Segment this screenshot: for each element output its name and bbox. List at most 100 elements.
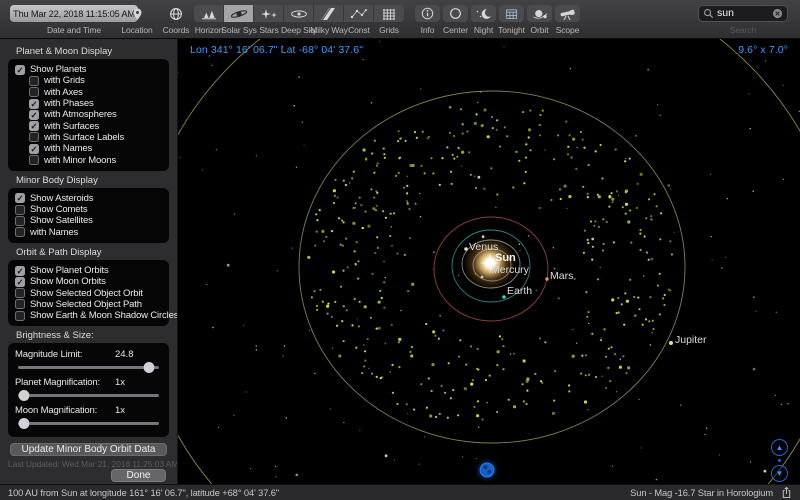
unchecked-checkbox[interactable] [15, 299, 25, 310]
earth-home-button[interactable] [479, 462, 495, 478]
planet-magnification-slider[interactable] [18, 389, 159, 401]
globe-coords-icon [170, 7, 182, 20]
checkbox-show-selected-object-orbit[interactable]: Show Selected Object Orbit [15, 287, 162, 299]
checked-checkbox[interactable]: ✓ [29, 98, 39, 109]
checked-checkbox[interactable]: ✓ [15, 276, 25, 287]
checkbox-label: with Names [30, 226, 79, 238]
mars-dot[interactable] [545, 277, 549, 281]
unchecked-checkbox[interactable] [29, 155, 39, 166]
scope-button[interactable] [555, 5, 580, 22]
magnitude-limit-label: Magnitude Limit: [15, 349, 83, 361]
checkbox-show-planet-orbits[interactable]: ✓ Show Planet Orbits [15, 265, 162, 276]
info-label: Info [420, 25, 435, 35]
night-button[interactable] [471, 5, 496, 22]
done-button[interactable]: Done [111, 469, 166, 483]
jupiter-dot[interactable] [669, 341, 673, 345]
checked-checkbox[interactable]: ✓ [29, 143, 39, 154]
checkbox-show-selected-object-path[interactable]: Show Selected Object Path [15, 299, 162, 310]
info-group: Info [414, 5, 441, 35]
constellation-icon [350, 8, 367, 18]
checked-checkbox[interactable]: ✓ [29, 109, 39, 120]
clear-search-icon[interactable] [772, 8, 783, 19]
checkbox-with-grids[interactable]: with Grids [15, 75, 162, 86]
grid-icon [383, 8, 395, 20]
horizon-button[interactable] [194, 5, 224, 22]
display-settings-sidebar: Planet & Moon Display ✓ Show Planets with … [0, 38, 178, 484]
segment-grids: Grids [374, 5, 404, 35]
checkbox-with-minor-moons[interactable]: with Minor Moons [15, 154, 162, 166]
checkbox-with-names[interactable]: with Names [15, 227, 162, 238]
unchecked-checkbox[interactable] [15, 310, 25, 321]
app-window: Thu Mar 22, 2018 11:15:05 AM Date and Ti… [0, 0, 800, 500]
unchecked-checkbox[interactable] [15, 288, 25, 299]
unchecked-checkbox[interactable] [15, 215, 25, 226]
magnitude-limit-slider[interactable] [18, 361, 159, 373]
unchecked-checkbox[interactable] [15, 227, 25, 238]
search-input[interactable]: sun [698, 5, 788, 22]
checkbox-show-moon-orbits[interactable]: ✓ Show Moon Orbits [15, 276, 162, 287]
stars-button[interactable] [254, 5, 284, 22]
deep-sky-button[interactable] [284, 5, 314, 22]
pan-up-button[interactable]: ▲ [771, 439, 788, 456]
label-venus: Venus [469, 241, 499, 253]
center-button[interactable] [443, 5, 468, 22]
checked-checkbox[interactable]: ✓ [15, 64, 25, 75]
checked-checkbox[interactable]: ✓ [15, 193, 25, 204]
center-group: Center [442, 5, 469, 35]
checked-checkbox[interactable]: ✓ [29, 121, 39, 132]
unchecked-checkbox[interactable] [29, 87, 39, 98]
section-title-minor-body: Minor Body Display [16, 174, 98, 186]
orbit-button[interactable] [527, 5, 552, 22]
checkbox-with-axes[interactable]: with Axes [15, 87, 162, 98]
checkbox-with-names[interactable]: ✓ with Names [15, 143, 162, 154]
checkbox-label: with Surfaces [44, 120, 100, 132]
location-button[interactable] [132, 5, 143, 22]
night-group: Night [470, 5, 497, 35]
share-icon[interactable] [781, 486, 792, 499]
moon-magnification-slider[interactable] [18, 417, 159, 429]
search-group: sun Search [698, 5, 788, 35]
nav-dot [778, 459, 781, 462]
pan-down-button[interactable]: ▼ [771, 465, 788, 482]
tonight-button[interactable] [499, 5, 524, 22]
segment-const: Const [344, 5, 374, 35]
checkbox-label: Show Earth & Moon Shadow Circles [30, 310, 178, 322]
info-button[interactable] [415, 5, 440, 22]
checkbox-with-surfaces[interactable]: ✓ with Surfaces [15, 120, 162, 132]
slider-thumb[interactable] [18, 389, 30, 401]
sky-view[interactable]: Lon 341° 16' 06.7" Lat -68° 04' 37.6" 9.… [178, 38, 800, 484]
info-icon [421, 7, 434, 20]
checkbox-show-planets[interactable]: ✓ Show Planets [15, 64, 162, 75]
solar-sys-button[interactable] [224, 5, 254, 22]
slider-thumb[interactable] [143, 361, 155, 373]
unchecked-checkbox[interactable] [29, 75, 39, 86]
moon-magnification-value: 1x [115, 405, 126, 417]
tonight-label: Tonight [498, 25, 525, 35]
checkbox-show-asteroids[interactable]: ✓ Show Asteroids [15, 193, 162, 204]
mercury-dot[interactable] [480, 275, 484, 279]
update-minor-body-orbit-data-button[interactable]: Update Minor Body Orbit Data [10, 443, 167, 457]
horizon-label: Horizon [194, 25, 224, 35]
milky-way-button[interactable] [314, 5, 344, 22]
coords-button[interactable] [169, 5, 183, 22]
slider-thumb[interactable] [18, 417, 30, 429]
checkbox-with-phases[interactable]: ✓ with Phases [15, 98, 162, 109]
fov-readout: 9.6° x 7.0° [738, 44, 788, 56]
checkbox-show-earth-moon-shadow-circles[interactable]: Show Earth & Moon Shadow Circles [15, 310, 177, 321]
magnitude-limit-value: 24.8 [115, 349, 134, 361]
search-icon [703, 8, 714, 19]
checkbox-with-atmospheres[interactable]: ✓ with Atmospheres [15, 109, 162, 120]
checked-checkbox[interactable]: ✓ [15, 265, 25, 276]
checkbox-show-satellites[interactable]: Show Satellites [15, 215, 162, 226]
constellation-button[interactable] [344, 5, 374, 22]
checkbox-label: with Names [44, 143, 93, 155]
saturn-icon [230, 9, 247, 18]
checkbox-label: with Atmospheres [44, 109, 117, 121]
unchecked-checkbox[interactable] [29, 132, 39, 143]
checkbox-with-surface-labels[interactable]: with Surface Labels [15, 132, 162, 143]
checkbox-show-comets[interactable]: Show Comets [15, 204, 162, 215]
unchecked-checkbox[interactable] [15, 204, 25, 215]
earth-dot[interactable] [502, 295, 506, 299]
galaxy-icon [290, 9, 307, 18]
grids-button[interactable] [374, 5, 404, 22]
